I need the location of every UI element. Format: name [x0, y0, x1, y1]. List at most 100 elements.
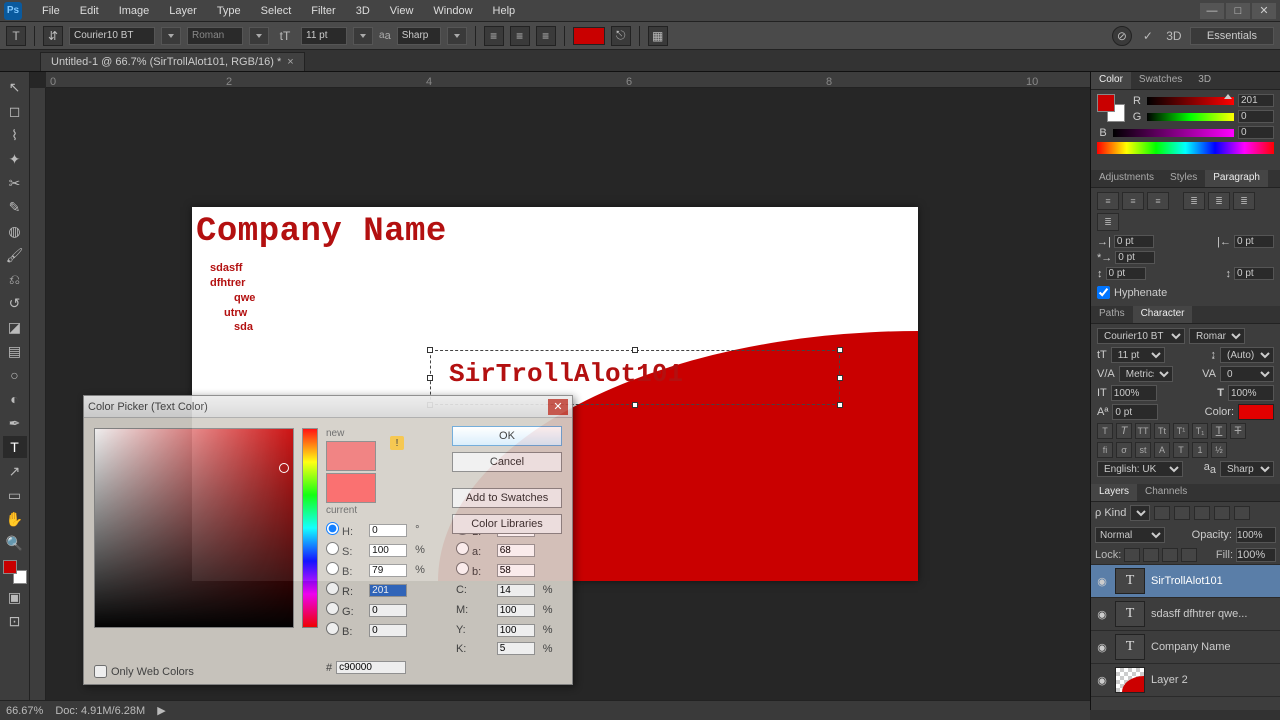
tab-adjustments[interactable]: Adjustments — [1091, 170, 1162, 187]
only-web-colors[interactable]: Only Web Colors — [94, 665, 194, 678]
tab-layers[interactable]: Layers — [1091, 484, 1137, 501]
layer-row[interactable]: ◉TCompany Name — [1091, 631, 1280, 664]
allcaps-icon[interactable]: TT — [1135, 423, 1151, 439]
subscript-icon[interactable]: T₁ — [1192, 423, 1208, 439]
font-style-dropdown[interactable] — [249, 27, 269, 45]
transform-handle[interactable] — [837, 375, 843, 381]
b2-radio[interactable]: b: — [456, 562, 491, 578]
char-vscale[interactable] — [1228, 385, 1274, 401]
lasso-tool-icon[interactable]: ⌇ — [3, 124, 27, 146]
r-field[interactable] — [369, 584, 407, 597]
hex-field[interactable] — [336, 661, 406, 674]
filter-shape-icon[interactable] — [1214, 506, 1230, 520]
y-field[interactable] — [497, 624, 535, 637]
kind-select[interactable] — [1130, 505, 1150, 521]
close-tab-icon[interactable]: × — [287, 56, 293, 68]
b2-field[interactable] — [497, 564, 535, 577]
hue-slider[interactable] — [302, 428, 318, 628]
ot-2-icon[interactable]: σ — [1116, 442, 1132, 458]
gradient-tool-icon[interactable]: ▤ — [3, 340, 27, 362]
para-justify-left-icon[interactable]: ≣ — [1183, 192, 1205, 210]
color-libraries-button[interactable]: Color Libraries — [452, 514, 562, 534]
color-picker-dialog[interactable]: Color Picker (Text Color) ✕ new current … — [83, 395, 573, 685]
g-radio[interactable]: G: — [326, 602, 363, 618]
layer-row[interactable]: ◉Tsdasff dfhtrer qwe... — [1091, 598, 1280, 631]
char-aa[interactable]: Sharp — [1220, 461, 1274, 477]
r-slider[interactable] — [1147, 97, 1234, 105]
dialog-titlebar[interactable]: Color Picker (Text Color) ✕ — [84, 396, 572, 418]
foreground-background-swatch[interactable] — [3, 560, 27, 584]
para-justify-all-icon[interactable]: ≣ — [1097, 213, 1119, 231]
font-size-field[interactable] — [301, 27, 347, 45]
ot-3-icon[interactable]: st — [1135, 442, 1151, 458]
menu-window[interactable]: Window — [423, 2, 482, 20]
transform-handle[interactable] — [837, 402, 843, 408]
ok-button[interactable]: OK — [452, 426, 562, 446]
k-field[interactable] — [497, 642, 535, 655]
brush-tool-icon[interactable]: 🖌 — [3, 244, 27, 266]
color-field[interactable] — [94, 428, 294, 628]
char-color-swatch[interactable] — [1238, 404, 1274, 420]
maximize-button[interactable]: □ — [1226, 3, 1250, 19]
dialog-close-icon[interactable]: ✕ — [548, 399, 568, 415]
eraser-tool-icon[interactable]: ◪ — [3, 316, 27, 338]
transform-handle[interactable] — [632, 402, 638, 408]
m-field[interactable] — [497, 604, 535, 617]
warp-text-icon[interactable]: ⎋ — [611, 26, 631, 46]
stamp-tool-icon[interactable]: ⎌ — [3, 268, 27, 290]
para-justify-right-icon[interactable]: ≣ — [1233, 192, 1255, 210]
menu-layer[interactable]: Layer — [159, 2, 207, 20]
para-align-left-icon[interactable]: ≡ — [1097, 192, 1119, 210]
fill-field[interactable] — [1236, 548, 1276, 562]
3d-icon[interactable]: 3D — [1164, 26, 1184, 46]
menu-file[interactable]: File — [32, 2, 70, 20]
wand-tool-icon[interactable]: ✦ — [3, 148, 27, 170]
blend-mode-select[interactable]: Normal — [1095, 527, 1165, 543]
tab-paragraph[interactable]: Paragraph — [1205, 170, 1268, 187]
minimize-button[interactable]: — — [1200, 3, 1224, 19]
font-family-field[interactable] — [69, 27, 155, 45]
tool-preset-icon[interactable]: T — [6, 26, 26, 46]
tab-color[interactable]: Color — [1091, 72, 1131, 89]
space-before-field[interactable] — [1106, 267, 1146, 280]
s-field[interactable] — [369, 544, 407, 557]
menu-help[interactable]: Help — [483, 2, 526, 20]
font-size-dropdown[interactable] — [353, 27, 373, 45]
visibility-icon[interactable]: ◉ — [1095, 640, 1109, 654]
smallcaps-icon[interactable]: Tt — [1154, 423, 1170, 439]
firstline-field[interactable] — [1115, 251, 1155, 264]
r-value[interactable] — [1238, 94, 1274, 107]
space-after-field[interactable] — [1234, 267, 1274, 280]
para-align-right-icon[interactable]: ≡ — [1147, 192, 1169, 210]
crop-tool-icon[interactable]: ✂ — [3, 172, 27, 194]
hand-tool-icon[interactable]: ✋ — [3, 508, 27, 530]
visibility-icon[interactable]: ◉ — [1095, 673, 1109, 687]
s-radio[interactable]: S: — [326, 542, 363, 558]
b-radio[interactable]: B: — [326, 622, 363, 638]
panels-toggle-icon[interactable]: ▦ — [648, 26, 668, 46]
menu-select[interactable]: Select — [251, 2, 302, 20]
transform-handle[interactable] — [837, 347, 843, 353]
strike-icon[interactable]: T — [1230, 423, 1246, 439]
marquee-tool-icon[interactable]: ◻ — [3, 100, 27, 122]
font-style-field[interactable] — [187, 27, 243, 45]
ot-7-icon[interactable]: ½ — [1211, 442, 1227, 458]
indent-left-field[interactable] — [1114, 235, 1154, 248]
a-radio[interactable]: a: — [456, 542, 491, 558]
visibility-icon[interactable]: ◉ — [1095, 607, 1109, 621]
char-size[interactable]: 11 pt — [1111, 347, 1165, 363]
owc-checkbox[interactable] — [94, 665, 107, 678]
filter-smart-icon[interactable] — [1234, 506, 1250, 520]
char-style[interactable]: Roman — [1189, 328, 1245, 344]
tab-swatches[interactable]: Swatches — [1131, 72, 1190, 89]
tab-character[interactable]: Character — [1133, 306, 1193, 323]
para-align-center-icon[interactable]: ≡ — [1122, 192, 1144, 210]
b-field[interactable] — [369, 624, 407, 637]
status-caret-icon[interactable]: ▶ — [157, 704, 165, 717]
tab-paths[interactable]: Paths — [1091, 306, 1133, 323]
transform-handle[interactable] — [427, 375, 433, 381]
menu-image[interactable]: Image — [109, 2, 160, 20]
zoom-tool-icon[interactable]: 🔍 — [3, 532, 27, 554]
quickmask-icon[interactable]: ▣ — [3, 586, 27, 608]
align-center-icon[interactable]: ≡ — [510, 26, 530, 46]
